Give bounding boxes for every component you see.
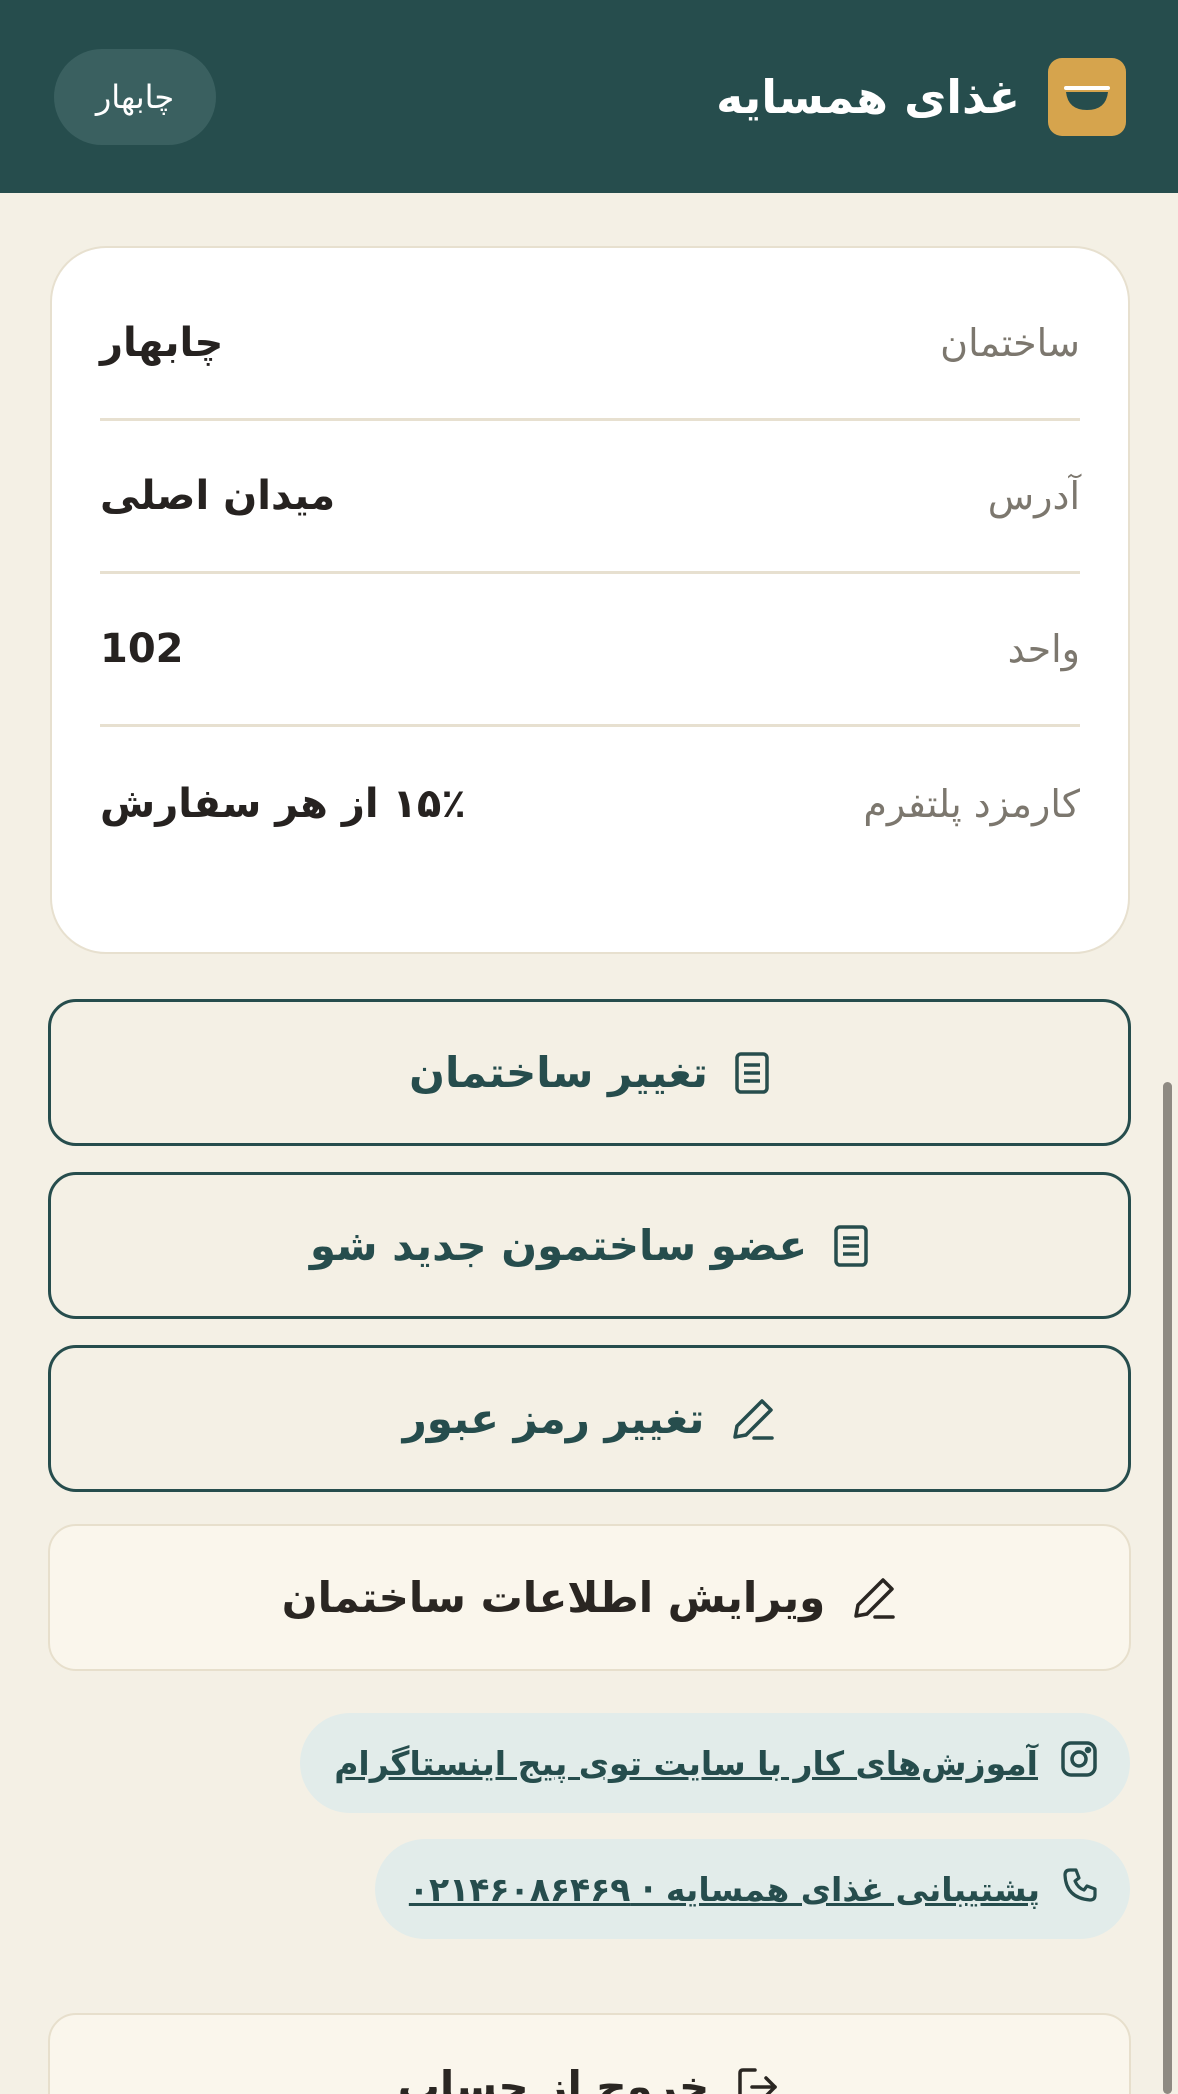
instagram-link-label: آموزش‌های کار با سایت توی پیج اینستاگرام [334,1743,1038,1783]
logout-button[interactable]: خروج از حساب [48,2013,1131,2094]
change-building-label: تغییر ساختمان [409,1048,708,1097]
info-value: میدان اصلی [100,473,336,519]
info-row-building: ساختمان چابهار [100,268,1080,421]
brand: غذای همسایه [716,57,1126,136]
info-row-address: آدرس میدان اصلی [100,421,1080,574]
support-phone-link[interactable]: پشتیبانی غذای همسایه · ۰۲۱۴۶۰۸۶۴۶۹ [374,1839,1130,1939]
info-row-unit: واحد 102 [100,574,1080,727]
join-building-label: عضو ساختمون جدید شو [309,1221,808,1270]
document-icon [833,1224,869,1268]
scrollbar[interactable] [1163,1082,1172,2094]
bowl-icon [1048,57,1126,136]
pencil-icon [851,1575,897,1621]
join-building-button[interactable]: عضو ساختمون جدید شو [48,1172,1131,1319]
document-icon [734,1051,770,1095]
brand-title: غذای همسایه [716,69,1020,124]
logout-icon [735,2064,781,2094]
change-password-label: تغییر رمز عبور [402,1394,705,1443]
instagram-tutorial-link[interactable]: آموزش‌های کار با سایت توی پیج اینستاگرام [300,1713,1130,1813]
building-selector-button[interactable]: چابهار [54,48,216,145]
logout-label: خروج از حساب [397,2062,710,2094]
change-building-button[interactable]: تغییر ساختمان [48,999,1131,1146]
pencil-icon [730,1396,776,1442]
support-link-label: پشتیبانی غذای همسایه · ۰۲۱۴۶۰۸۶۴۶۹ [408,1869,1040,1909]
page: غذای همسایه چابهار ساختمان چابهار آدرس م… [0,0,1178,2094]
building-info-card: ساختمان چابهار آدرس میدان اصلی واحد 102 … [50,246,1130,954]
info-value: ۱۵٪ از هر سفارش [100,780,466,827]
edit-building-label: ویرایش اطلاعات ساختمان [281,1573,826,1622]
edit-building-button[interactable]: ویرایش اطلاعات ساختمان [48,1524,1131,1671]
info-label: ساختمان [940,321,1080,365]
phone-icon [1062,1867,1098,1911]
info-label: واحد [1007,627,1080,671]
app-header: غذای همسایه چابهار [0,0,1178,193]
info-label: آدرس [987,474,1080,518]
instagram-icon [1060,1740,1098,1786]
info-label: کارمزد پلتفرم [863,781,1080,826]
info-value: 102 [100,626,184,672]
info-row-platform-fee: کارمزد پلتفرم ۱۵٪ از هر سفارش [100,727,1080,880]
info-value: چابهار [100,320,224,366]
change-password-button[interactable]: تغییر رمز عبور [48,1345,1131,1492]
